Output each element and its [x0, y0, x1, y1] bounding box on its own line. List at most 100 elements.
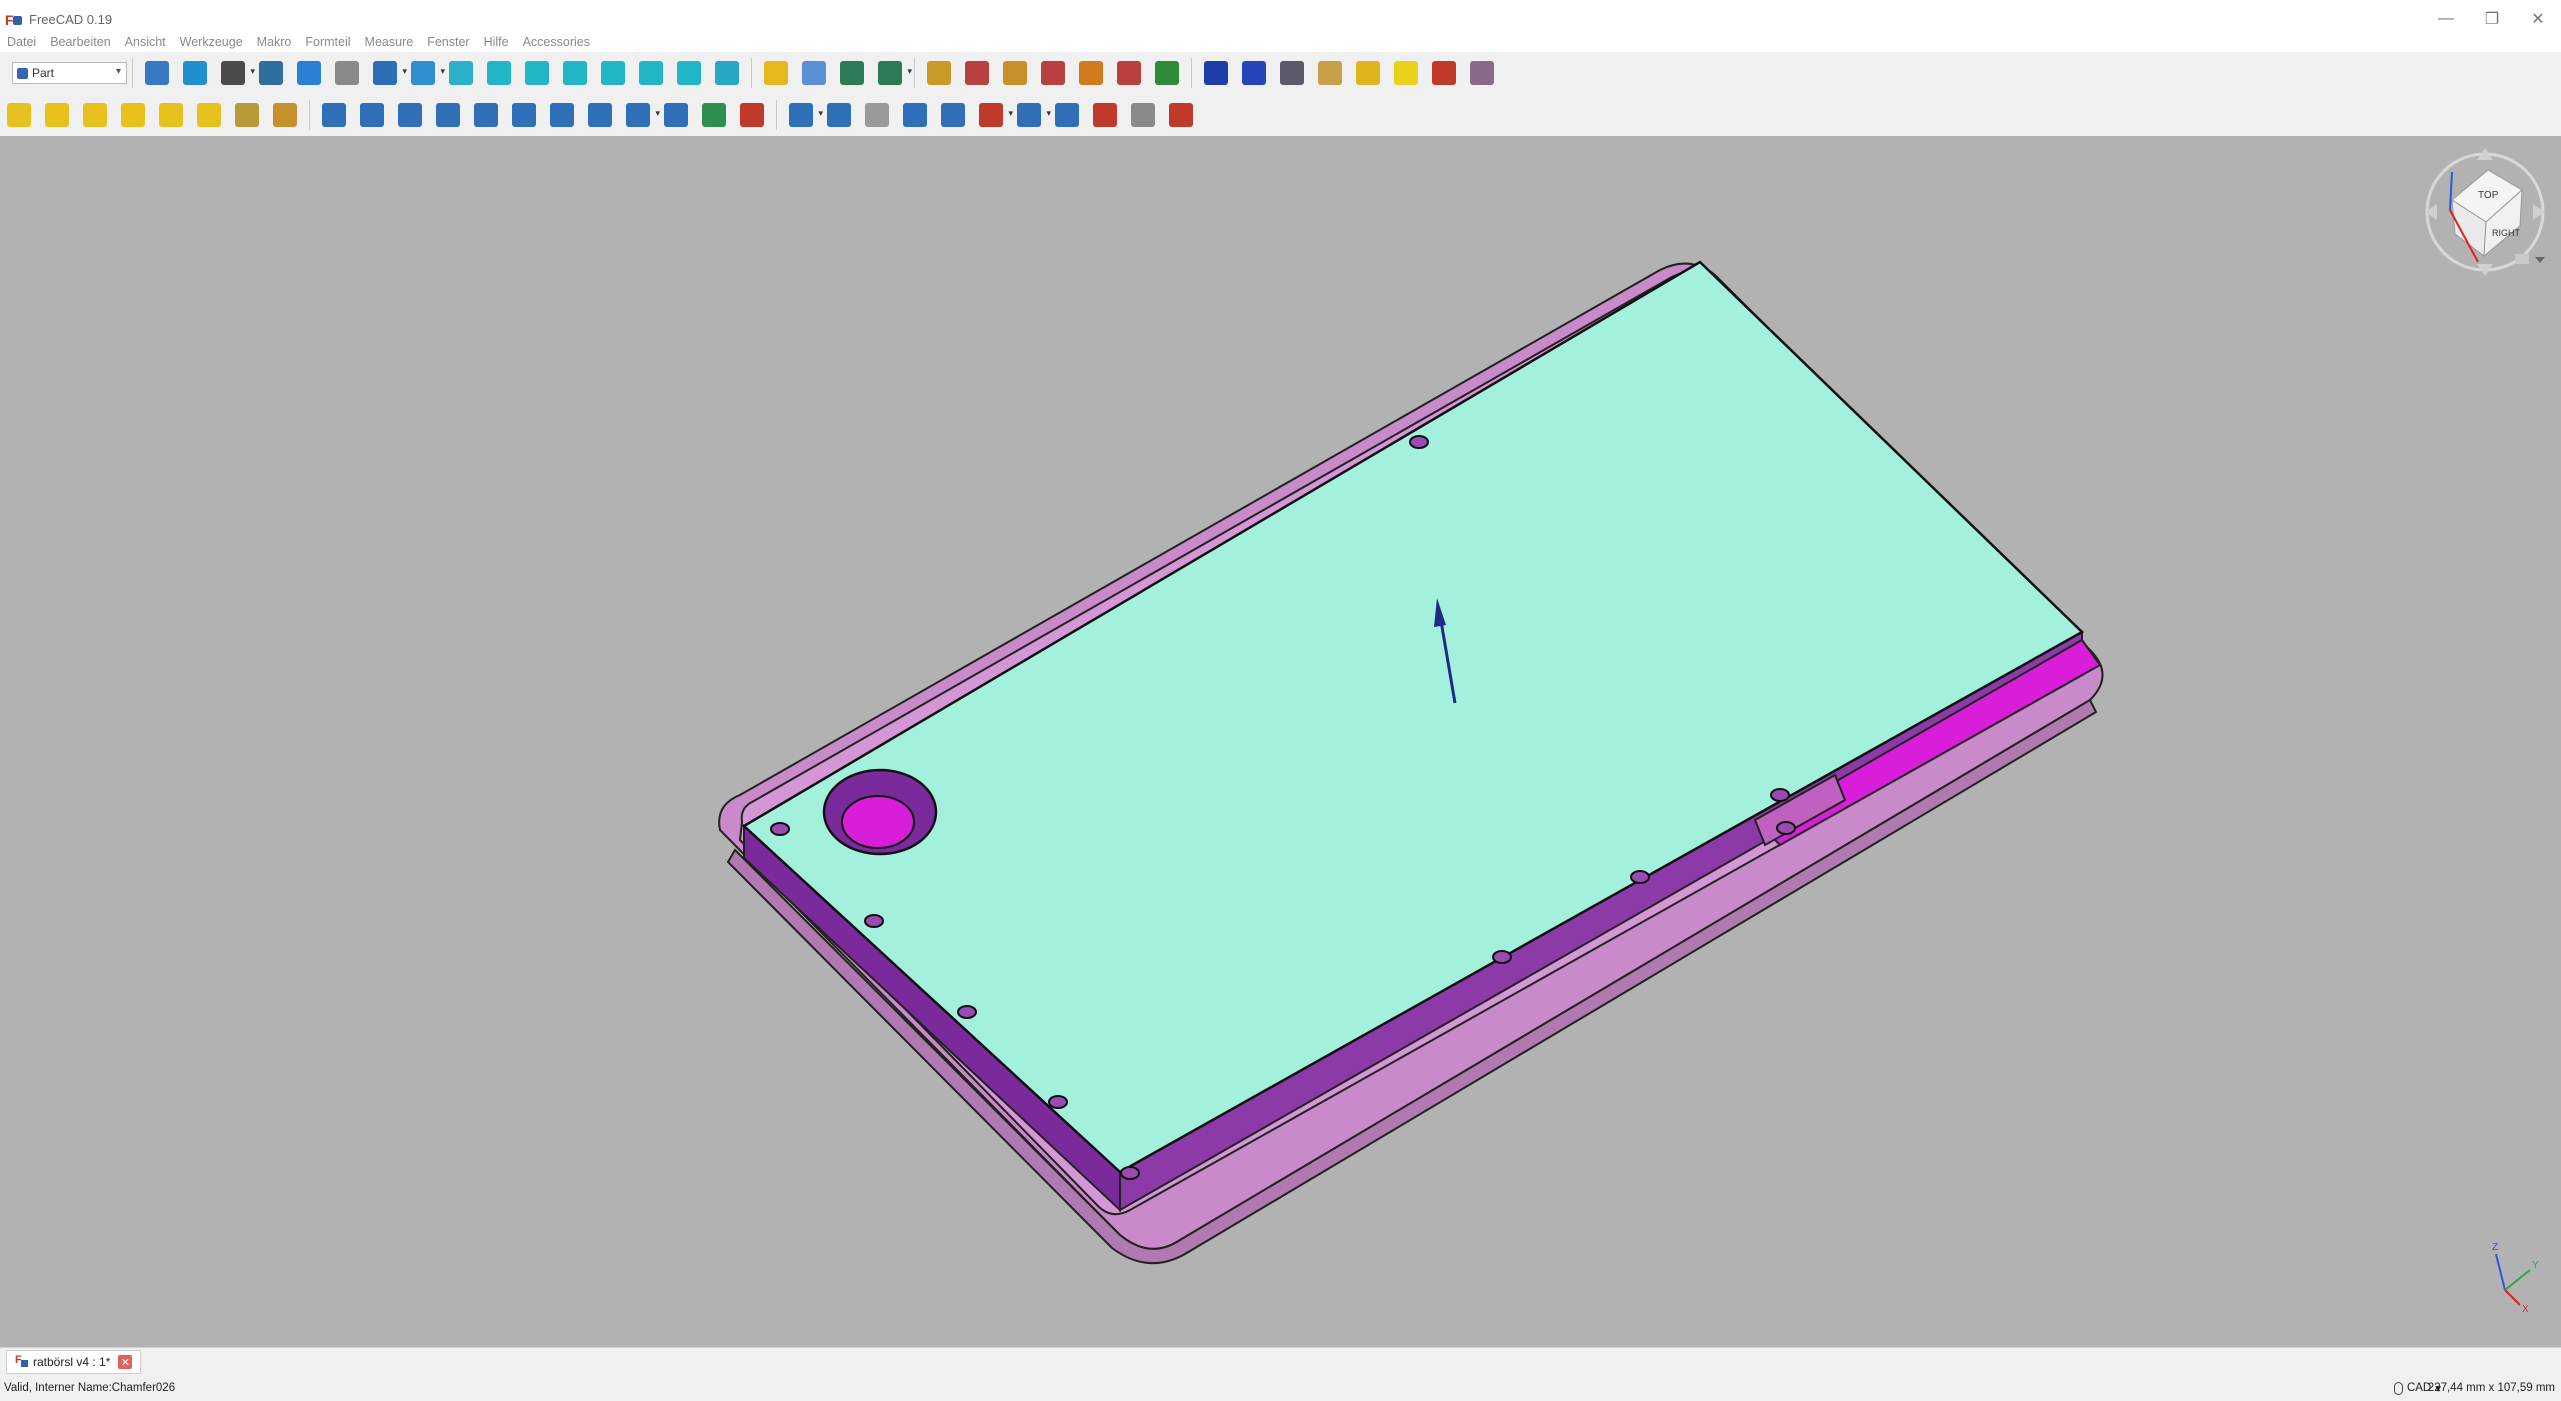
- primitives-button[interactable]: [231, 99, 263, 131]
- defeaturing-button[interactable]: [1089, 99, 1121, 131]
- draw-style-icon: [221, 61, 245, 85]
- back-arrow-button[interactable]: [293, 57, 325, 89]
- image-button[interactable]: [1466, 57, 1498, 89]
- check-geometry-button[interactable]: [1051, 99, 1083, 131]
- right-view-button[interactable]: [559, 57, 591, 89]
- extrude-button[interactable]: [318, 99, 350, 131]
- mirror-button[interactable]: [394, 99, 426, 131]
- split-features-button[interactable]: [1013, 99, 1051, 131]
- boolean-button[interactable]: [823, 99, 855, 131]
- bounding-box-button[interactable]: [255, 57, 287, 89]
- measure-button[interactable]: [1127, 99, 1159, 131]
- warning-stripes-button[interactable]: [1390, 57, 1422, 89]
- assembly-button[interactable]: [1428, 57, 1460, 89]
- compound-button[interactable]: [785, 99, 823, 131]
- fillet-button[interactable]: [432, 99, 464, 131]
- menu-bearbeiten[interactable]: Bearbeiten: [43, 35, 117, 49]
- axis-triad: Z Y X: [2492, 1242, 2539, 1315]
- sync-view-button[interactable]: [369, 57, 407, 89]
- top-view-icon: [525, 61, 549, 85]
- revolve-button[interactable]: [356, 99, 388, 131]
- macro-icon-2: [965, 61, 989, 85]
- coil-button[interactable]: [1314, 57, 1346, 89]
- macro-icon-2-button[interactable]: [961, 57, 993, 89]
- menu-werkzeuge[interactable]: Werkzeuge: [173, 35, 250, 49]
- status-message: Valid, Interner Name:Chamfer026: [4, 1382, 176, 1394]
- sweep-icon: [626, 103, 650, 127]
- new-document-icon: [145, 61, 169, 85]
- ruled-surface-button[interactable]: [546, 99, 578, 131]
- menu-fenster[interactable]: Fenster: [420, 35, 476, 49]
- menu-measure[interactable]: Measure: [358, 35, 421, 49]
- front-view-button[interactable]: [483, 57, 515, 89]
- macro-icon-6-button[interactable]: [1113, 57, 1145, 89]
- toolbar-separator: [751, 58, 752, 88]
- document-tab-label: ratbörsl v4 : 1*: [33, 1355, 111, 1369]
- make-face-button[interactable]: [508, 99, 540, 131]
- new-document-button[interactable]: [141, 57, 173, 89]
- cone-button[interactable]: [117, 99, 149, 131]
- loft-button[interactable]: [584, 99, 616, 131]
- cross-sections-icon: [702, 103, 726, 127]
- 3d-scene[interactable]: TOP RIGHT Z Y X: [0, 136, 2561, 1347]
- join-features-button[interactable]: [975, 99, 1013, 131]
- zoom-button[interactable]: [179, 57, 211, 89]
- shaded-cube-button[interactable]: [1238, 57, 1270, 89]
- stack-button[interactable]: [1352, 57, 1384, 89]
- macro-icon-1-button[interactable]: [923, 57, 955, 89]
- cut-button[interactable]: [861, 99, 893, 131]
- offset-button[interactable]: [736, 99, 768, 131]
- menu-datei[interactable]: Datei: [0, 35, 43, 49]
- isometric-view-button[interactable]: [445, 57, 477, 89]
- top-view-button[interactable]: [521, 57, 553, 89]
- shape-builder-button[interactable]: [269, 99, 301, 131]
- macro-icon-7-button[interactable]: [1151, 57, 1183, 89]
- rear-view-button[interactable]: [597, 57, 629, 89]
- macro-icon-6: [1117, 61, 1141, 85]
- document-tabs: F ratbörsl v4 : 1* ✕: [0, 1347, 2561, 1376]
- bottom-view-button[interactable]: [635, 57, 667, 89]
- common-button[interactable]: [937, 99, 969, 131]
- measure-distance-button[interactable]: [711, 57, 743, 89]
- chamfer-icon: [474, 103, 498, 127]
- close-tab-icon[interactable]: ✕: [118, 1355, 133, 1369]
- section-button[interactable]: [660, 99, 692, 131]
- cross-sections-button[interactable]: [698, 99, 730, 131]
- clear-measure-button[interactable]: [1165, 99, 1197, 131]
- cube-button[interactable]: [3, 99, 35, 131]
- menu-accessories[interactable]: Accessories: [516, 35, 597, 49]
- document-tab[interactable]: F ratbörsl v4 : 1* ✕: [6, 1350, 142, 1374]
- left-view-button[interactable]: [673, 57, 705, 89]
- torus-button[interactable]: [155, 99, 187, 131]
- create-part-button[interactable]: [760, 57, 792, 89]
- menu-makro[interactable]: Makro: [250, 35, 299, 49]
- macro-icon-4-button[interactable]: [1037, 57, 1069, 89]
- macro-icon-3-button[interactable]: [999, 57, 1031, 89]
- menu-hilfe[interactable]: Hilfe: [477, 35, 516, 49]
- 3d-viewport[interactable]: TOP RIGHT Z Y X: [0, 136, 2561, 1347]
- menu-formteil[interactable]: Formteil: [298, 35, 357, 49]
- tube-icon: [197, 103, 221, 127]
- workbench-selector[interactable]: Part ▾: [12, 62, 127, 84]
- link-actions-button[interactable]: [874, 57, 912, 89]
- sphere-button[interactable]: [79, 99, 111, 131]
- fuse-icon: [903, 103, 927, 127]
- draw-style-button[interactable]: [217, 57, 255, 89]
- chamfer-button[interactable]: [470, 99, 502, 131]
- link-button[interactable]: [836, 57, 868, 89]
- fuse-button[interactable]: [899, 99, 931, 131]
- tube-button[interactable]: [193, 99, 225, 131]
- wedge-button[interactable]: [1200, 57, 1232, 89]
- cylinder-button[interactable]: [41, 99, 73, 131]
- macro-icon-5-button[interactable]: [1075, 57, 1107, 89]
- forward-arrow-button[interactable]: [331, 57, 363, 89]
- toolbar-separator: [914, 58, 915, 88]
- texture-button[interactable]: [1276, 57, 1308, 89]
- menu-ansicht[interactable]: Ansicht: [118, 35, 173, 49]
- create-group-button[interactable]: [798, 57, 830, 89]
- sweep-button[interactable]: [622, 99, 660, 131]
- torus-icon: [159, 103, 183, 127]
- fit-all-button[interactable]: [407, 57, 445, 89]
- create-part-icon: [764, 61, 788, 85]
- model-round-hole-inner: [841, 795, 915, 849]
